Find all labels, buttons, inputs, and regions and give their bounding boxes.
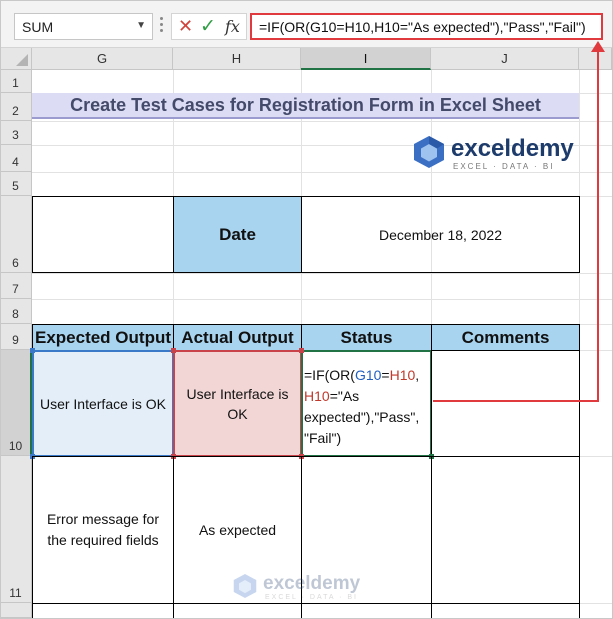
- cell-j11[interactable]: [431, 456, 580, 604]
- row-header-4[interactable]: 4: [1, 145, 32, 172]
- header-actual-output[interactable]: Actual Output: [173, 324, 302, 351]
- cancel-icon[interactable]: ✕: [178, 16, 193, 37]
- formula-input[interactable]: =IF(OR(G10=H10,H10="As expected"),"Pass"…: [250, 13, 603, 40]
- watermark-name: exceldemy: [263, 573, 361, 594]
- watermark-tagline: EXCEL · DATA · BI: [265, 594, 358, 601]
- cell-formula-text: =IF(OR(G10=H10, H10="As expected"),"Pass",…: [304, 367, 420, 446]
- cell-j12[interactable]: [431, 603, 580, 618]
- cell-h12[interactable]: [173, 603, 302, 618]
- row-header-1[interactable]: 1: [1, 70, 32, 93]
- header-expected-output[interactable]: Expected Output: [32, 324, 174, 351]
- ref-handle[interactable]: [171, 348, 176, 353]
- chevron-down-icon[interactable]: ▼: [136, 20, 146, 31]
- row-header-5[interactable]: 5: [1, 172, 32, 196]
- exceldemy-watermark-icon: [233, 574, 257, 598]
- exceldemy-logo: exceldemy EXCEL · DATA · BI: [413, 135, 583, 175]
- logo-name: exceldemy: [451, 135, 574, 162]
- header-status[interactable]: Status: [301, 324, 432, 351]
- sheet-title: Create Test Cases for Registration Form …: [32, 93, 579, 119]
- column-header-g[interactable]: G: [32, 48, 173, 70]
- row-header-6[interactable]: 6: [1, 196, 32, 273]
- cell-h10[interactable]: User Interface is OK: [173, 350, 302, 457]
- row-header-9[interactable]: 9: [1, 324, 32, 350]
- column-header-h[interactable]: H: [173, 48, 301, 70]
- arrow-head-icon: [591, 41, 605, 52]
- formula-bar: SUM ▼ ✕ ✓ fx =IF(OR(G10=H10,H10="As expe…: [1, 1, 612, 48]
- row-header-8[interactable]: 8: [1, 299, 32, 324]
- cell-g12[interactable]: [32, 603, 174, 618]
- row-header-2[interactable]: 2: [1, 93, 32, 121]
- name-box-value: SUM: [22, 19, 54, 35]
- formula-text: =IF(OR(G10=H10,H10="As expected"),"Pass"…: [259, 19, 586, 35]
- insert-function-icon[interactable]: fx: [225, 17, 240, 36]
- column-header-j[interactable]: J: [431, 48, 579, 70]
- cell-j10[interactable]: [431, 350, 580, 457]
- exceldemy-watermark: exceldemy EXCEL · DATA · BI: [233, 573, 383, 605]
- exceldemy-logo-icon: [414, 136, 444, 168]
- row-header-10[interactable]: 10: [1, 350, 32, 456]
- cell-g10[interactable]: User Interface is OK: [32, 350, 174, 457]
- cell-i10-editing[interactable]: =IF(OR(G10=H10, H10="As expected"),"Pass",…: [301, 350, 432, 457]
- formula-buttons: ✕ ✓ fx: [171, 13, 247, 40]
- row-header-11[interactable]: 11: [1, 456, 32, 603]
- logo-tagline: EXCEL · DATA · BI: [453, 162, 555, 171]
- name-box[interactable]: SUM ▼: [14, 13, 153, 40]
- header-comments[interactable]: Comments: [431, 324, 580, 351]
- worksheet-grid: G H I J 1 2 3 4 5 6 7 8 9 10 11 Create T…: [1, 48, 612, 618]
- select-all-button[interactable]: [1, 48, 32, 70]
- column-header-i[interactable]: I: [301, 48, 431, 70]
- ref-handle[interactable]: [30, 348, 35, 353]
- cell-g11[interactable]: Error message for the required fields: [32, 456, 174, 604]
- drag-handle-icon[interactable]: [160, 17, 164, 35]
- enter-icon[interactable]: ✓: [200, 15, 216, 38]
- ref-handle[interactable]: [299, 348, 304, 353]
- row-header-12[interactable]: [1, 603, 32, 618]
- row-header-7[interactable]: 7: [1, 273, 32, 299]
- row-header-3[interactable]: 3: [1, 121, 32, 145]
- date-label-cell[interactable]: Date: [173, 196, 302, 273]
- cell-g6[interactable]: [32, 196, 174, 273]
- cell-i12[interactable]: [301, 603, 432, 618]
- date-value-cell[interactable]: December 18, 2022: [301, 196, 580, 273]
- excel-window: SUM ▼ ✕ ✓ fx =IF(OR(G10=H10,H10="As expe…: [0, 0, 613, 619]
